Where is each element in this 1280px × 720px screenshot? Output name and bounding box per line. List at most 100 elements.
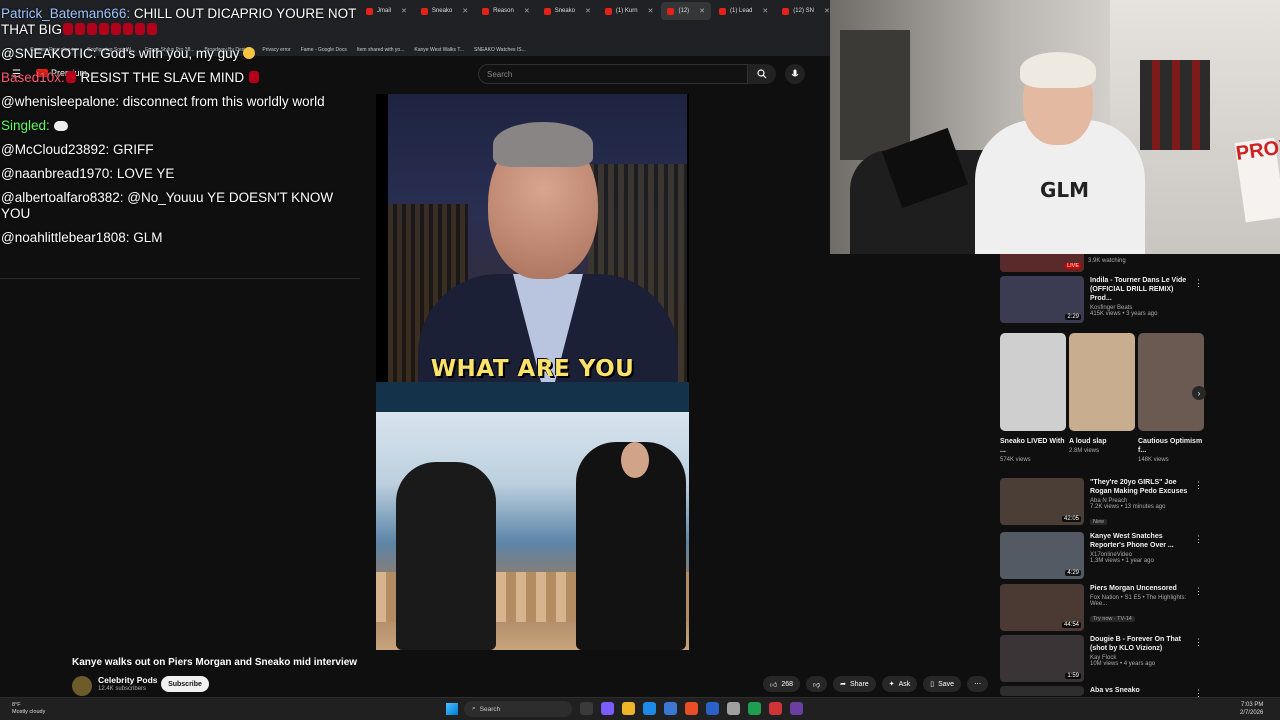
tab-favicon-icon: [719, 7, 727, 15]
video-channel[interactable]: Fox Nation • S1 E5 • The Highlights: Wee…: [1090, 595, 1190, 607]
video-thumbnail[interactable]: 4:29: [1000, 532, 1084, 579]
video-title[interactable]: Piers Morgan Uncensored: [1090, 584, 1190, 593]
video-title[interactable]: Dougie B - Forever On That (shot by KLO …: [1090, 635, 1190, 653]
ask-button[interactable]: ✦ Ask: [881, 676, 918, 692]
chat-username[interactable]: @SNEAKOTIC:: [1, 46, 96, 61]
short-title[interactable]: Sneako LIVED With ...: [1000, 437, 1066, 455]
related-video[interactable]: 2:29 Indila - Tourner Dans Le Vide (OFFIC…: [1000, 276, 1190, 323]
related-video[interactable]: 1:59 Dougie B - Forever On That (shot by …: [1000, 635, 1190, 682]
chat-username[interactable]: @noahlittlebear1808:: [1, 230, 130, 245]
browser-tab[interactable]: Jmail ✕: [360, 2, 413, 20]
windows-start-icon[interactable]: [446, 703, 458, 715]
more-options-icon[interactable]: ⋮: [1194, 278, 1203, 289]
short-thumbnail[interactable]: [1069, 333, 1135, 431]
video-thumbnail[interactable]: 44:54: [1000, 584, 1084, 631]
streamer-hair: [1020, 52, 1096, 88]
bookmark-item[interactable]: SNEAKO Watches IS...: [474, 47, 526, 53]
video-thumbnail[interactable]: 42:05: [1000, 478, 1084, 525]
more-options-icon[interactable]: ⋮: [1194, 480, 1203, 491]
video-frame-balcony: [376, 412, 689, 650]
like-button[interactable]: 👍︎ 268: [763, 676, 801, 692]
app-icon[interactable]: [706, 702, 719, 715]
chat-username[interactable]: Based10x:: [1, 70, 65, 85]
share-button[interactable]: ➦ Share: [833, 676, 876, 692]
system-clock[interactable]: 7:03 PM 2/7/2026: [1240, 701, 1263, 717]
chat-username[interactable]: @albertoalfaro8382:: [1, 190, 124, 205]
video-thumbnail[interactable]: 1:59: [1000, 635, 1084, 682]
browser-tab[interactable]: Reason ✕: [476, 2, 536, 20]
video-title[interactable]: Indila - Tourner Dans Le Vide (OFFICIAL …: [1090, 276, 1190, 303]
app-icon[interactable]: [769, 702, 782, 715]
video-thumbnail[interactable]: 2:29: [1000, 276, 1084, 323]
app-icon[interactable]: [790, 702, 803, 715]
related-video[interactable]: 42:05 "They're 20yo GIRLS" Joe Rogan Maki…: [1000, 478, 1190, 528]
browser-tab[interactable]: Sneako ✕: [415, 2, 474, 20]
chat-username[interactable]: @naanbread1970:: [1, 166, 113, 181]
short-thumbnail[interactable]: [1138, 333, 1204, 431]
chat-username[interactable]: Singled:: [1, 118, 50, 133]
microphone-icon: [791, 69, 799, 77]
close-tab-icon[interactable]: ✕: [699, 7, 705, 15]
task-view-icon[interactable]: [580, 702, 593, 715]
bookmark-item[interactable]: Kanye West Walks T...: [414, 47, 464, 53]
more-options-icon[interactable]: ⋮: [1194, 637, 1203, 648]
more-options-icon[interactable]: ⋮: [1194, 586, 1203, 597]
close-tab-icon[interactable]: ✕: [648, 7, 654, 15]
browser-tab[interactable]: Sneako ✕: [538, 2, 597, 20]
file-explorer-icon[interactable]: [622, 702, 635, 715]
video-thumbnail[interactable]: [1000, 686, 1084, 696]
app-icon[interactable]: [727, 702, 740, 715]
app-icon[interactable]: [664, 702, 677, 715]
video-title[interactable]: "They're 20yo GIRLS" Joe Rogan Making Pe…: [1090, 478, 1190, 496]
chat-username[interactable]: @whenisleepalone:: [1, 94, 119, 109]
browser-tab[interactable]: (1) Kurn ✕: [599, 2, 660, 20]
browser-tab[interactable]: (1) Lead ✕: [713, 2, 774, 20]
excel-icon[interactable]: [748, 702, 761, 715]
close-tab-icon[interactable]: ✕: [401, 7, 407, 15]
related-video[interactable]: 4:29 Kanye West Snatches Reporter's Phone…: [1000, 532, 1190, 579]
close-tab-icon[interactable]: ✕: [824, 7, 830, 15]
shorts-next-button[interactable]: ›: [1192, 386, 1206, 400]
subscribe-button[interactable]: Subscribe: [161, 676, 209, 692]
edge-icon[interactable]: [643, 702, 656, 715]
taskbar-search[interactable]: ⌕ Search: [464, 701, 572, 717]
short-title[interactable]: Cautious Optimism f...: [1138, 437, 1204, 455]
video-title[interactable]: Aba vs Sneako: [1090, 686, 1190, 695]
tab-favicon-icon: [782, 7, 790, 15]
windows-taskbar: 8°F Mostly cloudy ⌕ Search 7:03 PM 2/7/2…: [0, 697, 1280, 720]
voice-search-button[interactable]: [785, 64, 805, 84]
short-thumbnail[interactable]: [1000, 333, 1066, 431]
weather-widget[interactable]: 8°F Mostly cloudy: [12, 702, 45, 716]
bookmark-item[interactable]: Item shared with yo...: [357, 47, 405, 53]
close-tab-icon[interactable]: ✕: [524, 7, 530, 15]
browser-tab[interactable]: (12) SN ✕: [776, 2, 836, 20]
short-title[interactable]: A loud slap: [1069, 437, 1135, 446]
video-stats: 10M views • 4 years ago: [1090, 661, 1156, 667]
close-tab-icon[interactable]: ✕: [462, 7, 468, 15]
channel-name[interactable]: Celebrity Pods: [98, 675, 158, 685]
video-player[interactable]: WHAT ARE YOU: [376, 94, 689, 650]
chrome-icon[interactable]: [685, 702, 698, 715]
guest-right-face: [621, 442, 649, 478]
related-video[interactable]: 44:54 Piers Morgan Uncensored Fox Nation •…: [1000, 584, 1190, 631]
chat-username[interactable]: Patrick_Bateman666:: [1, 6, 130, 21]
emote-icon: [63, 23, 74, 35]
save-button[interactable]: ▯ Save: [923, 676, 962, 692]
browser-tab[interactable]: (12) ✕: [661, 2, 712, 20]
close-tab-icon[interactable]: ✕: [585, 7, 591, 15]
related-video[interactable]: Aba vs Sneako: [1000, 686, 1190, 696]
dislike-button[interactable]: 👎︎: [806, 676, 828, 692]
top-live-thumbnail[interactable]: LIVE: [1000, 254, 1084, 272]
search-input[interactable]: Search: [478, 64, 748, 84]
video-title[interactable]: Kanye West Snatches Reporter's Phone Ove…: [1090, 532, 1190, 550]
chat-username[interactable]: @McCloud23892:: [1, 142, 109, 157]
short-card[interactable]: Sneako LIVED With ... 574K views: [1000, 333, 1066, 463]
more-actions-button[interactable]: ⋯: [967, 676, 989, 692]
video-stats: 1.3M views • 1 year ago: [1090, 558, 1154, 564]
more-options-icon[interactable]: ⋮: [1194, 534, 1203, 545]
app-icon[interactable]: [601, 702, 614, 715]
short-card[interactable]: A loud slap 2.8M views: [1069, 333, 1135, 463]
search-button[interactable]: [748, 64, 776, 84]
close-tab-icon[interactable]: ✕: [762, 7, 768, 15]
channel-avatar[interactable]: [72, 676, 92, 696]
